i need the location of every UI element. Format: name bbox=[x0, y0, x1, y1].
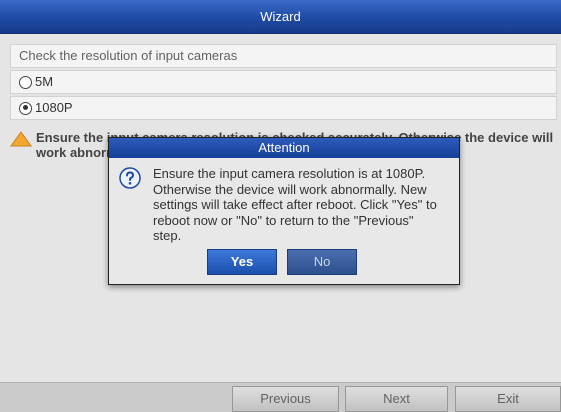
yes-button[interactable]: Yes bbox=[207, 249, 277, 275]
no-button[interactable]: No bbox=[287, 249, 357, 275]
dialog-title: Attention bbox=[109, 138, 459, 158]
window-title: Wizard bbox=[0, 0, 561, 34]
dialog-message: Ensure the input camera resolution is at… bbox=[153, 166, 437, 243]
dialog-content: Ensure the input camera resolution is at… bbox=[119, 166, 451, 244]
question-icon bbox=[119, 167, 141, 189]
attention-dialog: Attention Ensure the input camera resolu… bbox=[108, 137, 460, 285]
